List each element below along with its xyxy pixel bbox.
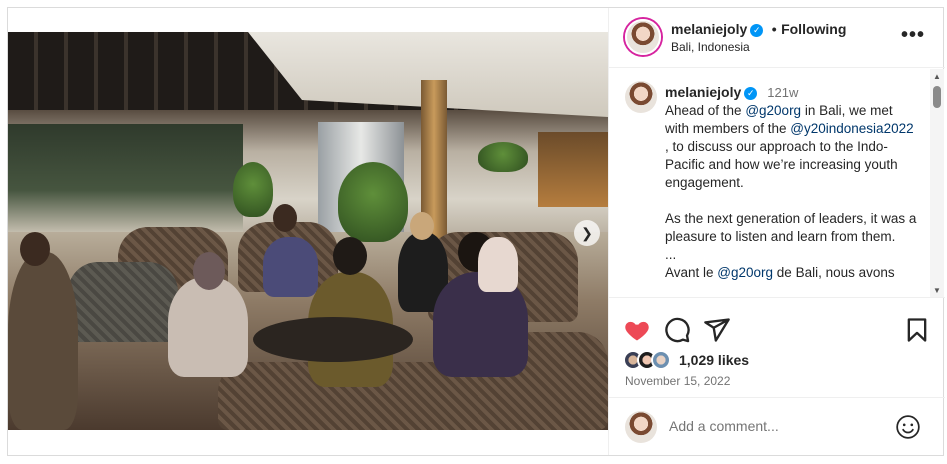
send-icon[interactable] (703, 316, 731, 344)
emoji-icon[interactable] (895, 414, 921, 440)
caption-text: melaniejoly ✓ 121w Ahead of the @g20org in… (665, 83, 917, 282)
verified-badge-icon: ✓ (750, 24, 764, 37)
scroll-up-arrow-icon[interactable]: ▲ (933, 72, 941, 81)
photo-person (168, 277, 248, 377)
post-photo[interactable]: ❯ (8, 32, 608, 430)
post-location[interactable]: Bali, Indonesia (671, 40, 750, 54)
next-image-button[interactable]: ❯ (574, 220, 600, 246)
photo-chair (68, 262, 178, 342)
photo-bar (538, 132, 608, 207)
photo-garden (8, 124, 243, 234)
author-username[interactable]: melaniejoly (671, 21, 747, 37)
photo-plant (478, 142, 528, 172)
caption-fragment: de Bali, nous avons (773, 265, 895, 280)
scroll-down-arrow-icon[interactable]: ▼ (933, 286, 941, 295)
caption-fragment: , to discuss our approach to the Indo-Pa… (665, 139, 898, 190)
heart-filled-icon[interactable] (623, 316, 651, 344)
photo-person (263, 237, 318, 297)
post-date[interactable]: November 15, 2022 (625, 374, 730, 388)
comment-row (609, 397, 945, 455)
caption-ellipsis: ... (665, 247, 677, 262)
caption-fragment: Ahead of the (665, 103, 746, 118)
caption-area: melaniejoly ✓ 121w Ahead of the @g20org in… (609, 69, 945, 297)
post-header: melaniejoly ✓ • Following Bali, Indonesia… (609, 8, 945, 68)
mention-link[interactable]: @g20org (717, 265, 773, 280)
photo-person (8, 252, 78, 430)
photo-coffee-table (253, 317, 413, 362)
more-horizontal-icon[interactable]: ••• (901, 24, 925, 47)
photo-person-head (20, 232, 50, 266)
comment-icon[interactable] (663, 316, 691, 344)
caption-username[interactable]: melaniejoly (665, 84, 741, 100)
add-comment-input[interactable] (669, 418, 889, 434)
photo-person-head (410, 212, 434, 240)
photo-person-head (333, 237, 367, 275)
photo-person-head (193, 252, 225, 290)
caption-avatar[interactable] (625, 81, 657, 113)
mention-link[interactable]: @g20org (745, 103, 801, 118)
caption-time: 121w (767, 85, 799, 100)
mention-link[interactable]: @y20indonesia2022 (790, 121, 913, 136)
likes-count[interactable]: 1,029 likes (679, 352, 749, 368)
author-avatar[interactable] (625, 19, 661, 55)
viewer-avatar (625, 411, 657, 443)
photo-person-head (273, 204, 297, 232)
author-line: melaniejoly ✓ • Following (671, 21, 846, 39)
following-button[interactable]: Following (781, 21, 846, 37)
photo-person (478, 237, 518, 292)
scroll-thumb[interactable] (933, 86, 941, 108)
post-actions: 1,029 likes November 15, 2022 (609, 297, 945, 397)
instagram-embed: ❯ melaniejoly ✓ • Following Bali, Indones… (7, 7, 945, 456)
post-side-panel: melaniejoly ✓ • Following Bali, Indonesia… (608, 8, 945, 455)
caption-paragraph: As the next generation of leaders, it wa… (665, 211, 917, 244)
verified-badge-icon: ✓ (744, 87, 758, 100)
caption-fragment: Avant le (665, 265, 718, 280)
separator-dot: • (771, 21, 777, 37)
liker-avatar[interactable] (651, 350, 671, 370)
photo-plant (338, 162, 408, 242)
bookmark-icon[interactable] (903, 316, 931, 344)
photo-plant (233, 162, 273, 217)
caption-scrollbar[interactable]: ▲ ▼ (930, 69, 944, 297)
